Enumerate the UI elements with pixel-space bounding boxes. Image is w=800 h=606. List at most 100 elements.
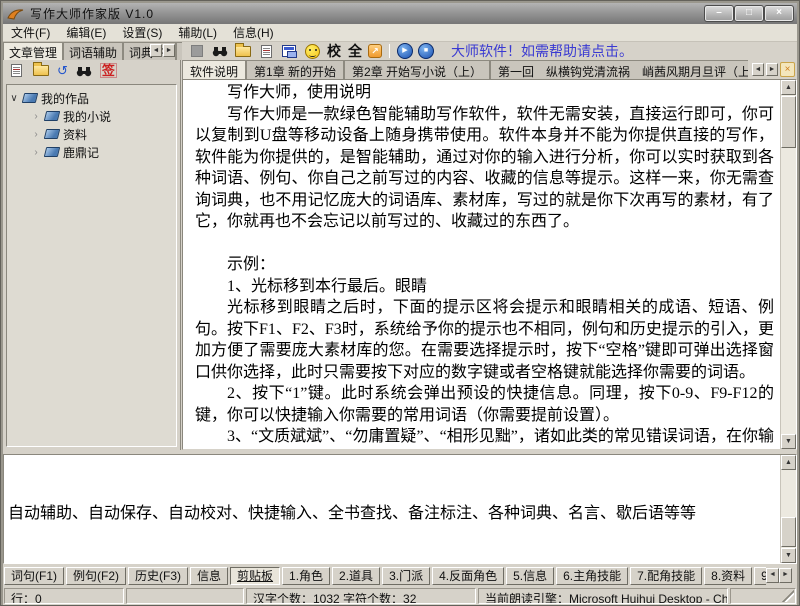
doc-paragraph: 1、光标移到本行最后。眼睛 bbox=[195, 276, 774, 298]
status-char-counts: 汉字个数：1032 字符个数：32 bbox=[246, 588, 476, 604]
tree-item-my-novel[interactable]: › 我的小说 bbox=[9, 107, 174, 125]
notepad-icon[interactable] bbox=[257, 43, 275, 59]
doc-blank-line bbox=[195, 233, 774, 255]
btab-history-f3[interactable]: 历史(F3) bbox=[128, 567, 188, 585]
document-scrollbar[interactable]: ▲ ▼ bbox=[780, 80, 796, 449]
book-icon bbox=[44, 111, 60, 121]
document-text[interactable]: 写作大师，使用说明 写作大师是一款绿色智能辅助写作软件，软件无需安装，直接运行即… bbox=[183, 80, 780, 449]
doc-tab-hui1[interactable]: 第一回 纵横钩党清流祸 峭茜风期月旦评（上） bbox=[490, 60, 748, 79]
tree-root-my-works[interactable]: ∨ 我的作品 bbox=[9, 89, 174, 107]
status-bar: 行：0 汉字个数：1032 字符个数：32 当前朗读引擎：Microsoft H… bbox=[3, 587, 797, 605]
scroll-up-icon[interactable]: ▲ bbox=[781, 80, 796, 95]
main-toolbar: 校 全 ↗ ▶ ■ 大师软件！如需帮助请点击。 bbox=[184, 42, 797, 60]
btab-9-common[interactable]: 9.常用 bbox=[754, 567, 766, 585]
scrollbar-thumb[interactable] bbox=[781, 96, 796, 148]
window-panes-icon[interactable] bbox=[280, 43, 298, 59]
tab-word-assist[interactable]: 词语辅助 bbox=[63, 42, 123, 60]
app-logo-icon bbox=[7, 7, 25, 21]
btab-info[interactable]: 信息 bbox=[190, 567, 228, 585]
new-document-icon[interactable] bbox=[7, 63, 25, 79]
resize-grip[interactable] bbox=[782, 590, 794, 602]
hint-panel[interactable]: 自动辅助、自动保存、自动校对、快捷输入、全书查找、备注标注、各种词典、名言、歇后… bbox=[3, 454, 797, 564]
tree-root-label: 我的作品 bbox=[41, 90, 89, 107]
menu-settings[interactable]: 设置(S) bbox=[114, 23, 170, 42]
doc-tabs-scroll-right-icon[interactable]: ► bbox=[766, 63, 778, 76]
tab-toolbar-row: 文章管理 词语辅助 词典 F4 联 ◄ ► 校 全 ↗ ▶ ■ 大师软件！如需帮… bbox=[3, 42, 797, 60]
btab-1-roles[interactable]: 1.角色 bbox=[282, 567, 330, 585]
btab-phrases-f1[interactable]: 词句(F1) bbox=[4, 567, 64, 585]
btab-3-sects[interactable]: 3.门派 bbox=[382, 567, 430, 585]
status-line-info: 行：0 bbox=[4, 588, 124, 604]
tab-lian-truncated[interactable]: 联 bbox=[176, 42, 182, 60]
document-editor[interactable]: 写作大师，使用说明 写作大师是一款绿色智能辅助写作软件，软件无需安装，直接运行即… bbox=[182, 79, 797, 450]
left-panel-toolbar: ↺ 签 bbox=[3, 60, 180, 81]
btab-5-info[interactable]: 5.信息 bbox=[506, 567, 554, 585]
left-panel: ↺ 签 ∨ 我的作品 › 我的小说 › 资料 › bbox=[3, 60, 181, 450]
bottom-tab-bar: 词句(F1) 例句(F2) 历史(F3) 信息 剪贴板 1.角色 2.道具 3.… bbox=[3, 564, 797, 587]
btab-6-hero-skills[interactable]: 6.主角技能 bbox=[556, 567, 628, 585]
tree-collapsed-icon[interactable]: › bbox=[31, 111, 41, 122]
doc-tabs-scroll-left-icon[interactable]: ◄ bbox=[752, 63, 764, 76]
close-tab-icon[interactable]: × bbox=[780, 62, 795, 77]
tree-item-materials[interactable]: › 资料 bbox=[9, 125, 174, 143]
document-tab-strip: 软件说明 第1章 新的开始 第2章 开始写小说（上） 第一回 纵横钩党清流祸 峭… bbox=[182, 60, 797, 79]
tree-item-label: 资料 bbox=[63, 126, 87, 143]
scroll-down-icon[interactable]: ▼ bbox=[781, 434, 796, 449]
menu-assist[interactable]: 辅助(L) bbox=[170, 23, 225, 42]
title-bar[interactable]: 写作大师作家版 V1.0 – □ × bbox=[3, 3, 797, 24]
open-folder-icon[interactable] bbox=[234, 43, 252, 59]
tree-item-label: 鹿鼎记 bbox=[63, 144, 99, 161]
smiley-icon[interactable] bbox=[303, 43, 321, 59]
doc-paragraph: 写作大师是一款绿色智能辅助写作软件，软件无需安装，直接运行即可，你可以复制到U盘… bbox=[195, 104, 774, 233]
doc-tab-software-manual[interactable]: 软件说明 bbox=[182, 60, 246, 79]
book-icon bbox=[44, 147, 60, 157]
btab-examples-f2[interactable]: 例句(F2) bbox=[66, 567, 126, 585]
scroll-down-icon[interactable]: ▼ bbox=[781, 548, 796, 563]
bottom-tabs-scroll-left-icon[interactable]: ◄ bbox=[766, 568, 779, 583]
sidebar-tabs-scroll-right-icon[interactable]: ► bbox=[163, 44, 175, 57]
works-tree: ∨ 我的作品 › 我的小说 › 资料 › 鹿鼎记 bbox=[6, 84, 177, 447]
tree-item-ludingji[interactable]: › 鹿鼎记 bbox=[9, 143, 174, 161]
find-binoculars-icon[interactable] bbox=[211, 43, 229, 59]
proofread-button[interactable]: 校 bbox=[326, 41, 342, 61]
minimize-button[interactable]: – bbox=[705, 6, 733, 21]
maximize-button[interactable]: □ bbox=[735, 6, 763, 21]
book-icon bbox=[44, 129, 60, 139]
menu-file[interactable]: 文件(F) bbox=[3, 23, 58, 42]
btab-7-support-skills[interactable]: 7.配角技能 bbox=[630, 567, 702, 585]
refresh-icon[interactable]: ↺ bbox=[57, 64, 68, 78]
hint-scrollbar[interactable]: ▲ ▼ bbox=[780, 455, 796, 563]
doc-tab-chapter2[interactable]: 第2章 开始写小说（上） bbox=[344, 60, 490, 79]
doc-paragraph: 示例： bbox=[195, 254, 774, 276]
status-tts-engine: 当前朗读引擎：Microsoft Huihui Desktop - Chines… bbox=[478, 588, 728, 604]
shortcut-icon[interactable]: ↗ bbox=[368, 44, 382, 58]
find-binoculars-icon[interactable] bbox=[75, 63, 93, 79]
tree-collapsed-icon[interactable]: › bbox=[31, 147, 41, 158]
close-button[interactable]: × bbox=[765, 6, 793, 21]
sign-stamp-icon[interactable]: 签 bbox=[100, 63, 117, 78]
menu-edit[interactable]: 编辑(E) bbox=[58, 23, 114, 42]
doc-paragraph: 光标移到眼睛之后时，下面的提示区将会提示和眼睛相关的成语、短语、例句。按下F1、… bbox=[195, 297, 774, 383]
book-icon bbox=[22, 93, 38, 103]
play-speech-icon[interactable]: ▶ bbox=[397, 43, 413, 59]
scroll-up-icon[interactable]: ▲ bbox=[781, 455, 796, 470]
full-text-button[interactable]: 全 bbox=[347, 41, 363, 61]
scrollbar-thumb[interactable] bbox=[781, 517, 796, 547]
tree-expanded-icon[interactable]: ∨ bbox=[9, 93, 19, 104]
tab-article-manage[interactable]: 文章管理 bbox=[3, 42, 63, 60]
btab-8-materials[interactable]: 8.资料 bbox=[704, 567, 752, 585]
app-window: 写作大师作家版 V1.0 – □ × 文件(F) 编辑(E) 设置(S) 辅助(… bbox=[0, 0, 800, 606]
btab-clipboard[interactable]: 剪贴板 bbox=[230, 567, 280, 585]
tree-collapsed-icon[interactable]: › bbox=[31, 129, 41, 140]
help-link[interactable]: 大师软件！如需帮助请点击。 bbox=[451, 41, 633, 61]
btab-2-props[interactable]: 2.道具 bbox=[332, 567, 380, 585]
open-folder-icon[interactable] bbox=[32, 63, 50, 79]
stop-speech-icon[interactable]: ■ bbox=[418, 43, 434, 59]
menu-info[interactable]: 信息(H) bbox=[225, 23, 282, 42]
sidebar-tabs-scroll-left-icon[interactable]: ◄ bbox=[150, 44, 162, 57]
bottom-tabs-scroll-right-icon[interactable]: ► bbox=[779, 568, 792, 583]
doc-tab-chapter1[interactable]: 第1章 新的开始 bbox=[246, 60, 344, 79]
menu-bar: 文件(F) 编辑(E) 设置(S) 辅助(L) 信息(H) bbox=[3, 24, 797, 42]
btab-4-villains[interactable]: 4.反面角色 bbox=[432, 567, 504, 585]
doc-paragraph: 3、“文质斌斌”、“勿庸置疑”、“相形见黜”，诸如此类的常见错误词语，在你输入的… bbox=[195, 426, 774, 449]
